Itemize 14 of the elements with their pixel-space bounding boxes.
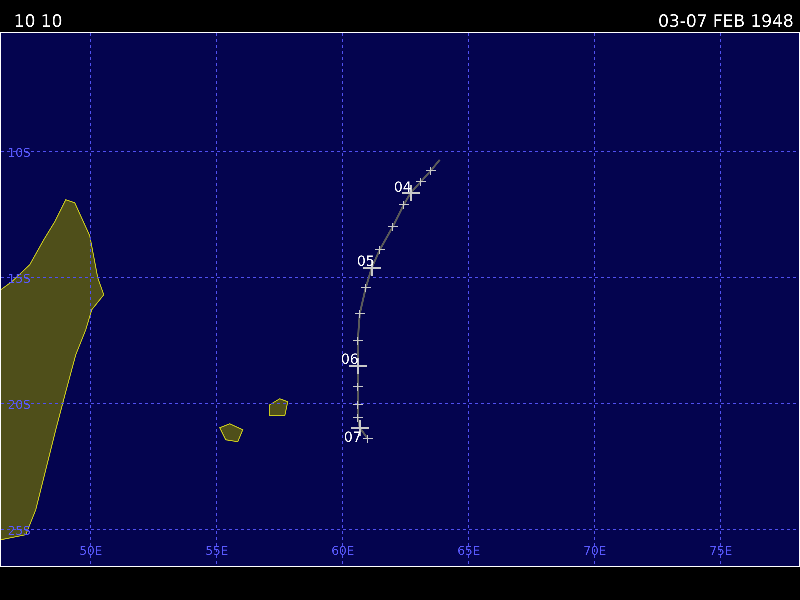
longitude-label: 65E <box>458 544 480 558</box>
latitude-label: 10S <box>8 146 31 160</box>
longitude-label: 50E <box>80 544 102 558</box>
map-code: 10 10 <box>14 12 63 32</box>
longitude-label: 55E <box>206 544 228 558</box>
longitude-label: 70E <box>584 544 606 558</box>
latitude-label: 15S <box>8 272 31 286</box>
latitude-label: 25S <box>8 524 31 538</box>
date-range: 03-07 FEB 1948 <box>658 12 794 32</box>
day-label: 07 <box>344 430 362 446</box>
day-label: 05 <box>357 254 375 270</box>
longitude-label: 60E <box>332 544 354 558</box>
latitude-label: 20S <box>8 398 31 412</box>
longitude-label: 75E <box>710 544 732 558</box>
